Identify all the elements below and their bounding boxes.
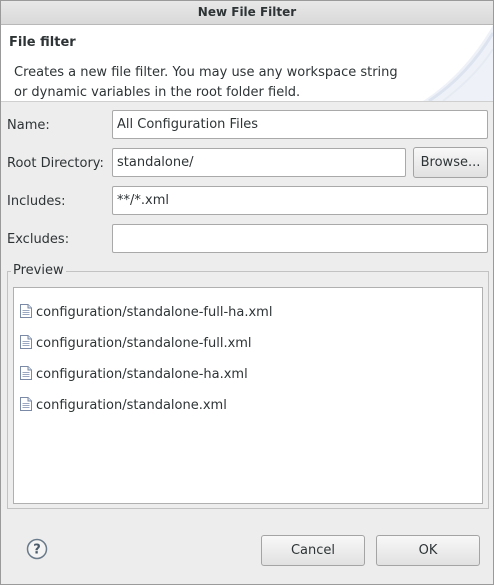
list-item[interactable]: configuration/standalone.xml — [20, 396, 227, 416]
list-item-label: configuration/standalone-full-ha.xml — [36, 305, 273, 320]
xml-file-icon — [20, 334, 32, 349]
banner-description: Creates a new file filter. You may use a… — [14, 65, 398, 100]
svg-text:?: ? — [33, 543, 41, 558]
ok-button[interactable]: OK — [376, 535, 480, 566]
name-label: Name: — [7, 118, 50, 133]
dialog-title: New File Filter — [1, 1, 493, 25]
name-field[interactable]: All Configuration Files — [112, 110, 488, 139]
cancel-button[interactable]: Cancel — [261, 535, 365, 566]
list-item-label: configuration/standalone-ha.xml — [36, 367, 248, 382]
list-item-label: configuration/standalone.xml — [36, 398, 227, 413]
browse-button[interactable]: Browse... — [413, 147, 488, 178]
excludes-label: Excludes: — [7, 232, 70, 247]
preview-group: Preview configuration/standalone-full-ha… — [7, 263, 489, 509]
dialog-banner: File filter Creates a new file filter. Y… — [1, 25, 493, 102]
list-item[interactable]: configuration/standalone-full.xml — [20, 334, 252, 354]
list-item[interactable]: configuration/standalone-ha.xml — [20, 365, 248, 385]
root-directory-label: Root Directory: — [7, 156, 104, 171]
banner-swoosh-graphic — [423, 25, 493, 101]
includes-field[interactable]: **/*.xml — [112, 186, 488, 215]
includes-label: Includes: — [7, 194, 66, 209]
list-item-label: configuration/standalone-full.xml — [36, 336, 252, 351]
root-directory-field[interactable]: standalone/ — [112, 148, 406, 177]
excludes-field[interactable] — [112, 224, 488, 253]
list-item[interactable]: configuration/standalone-full-ha.xml — [20, 303, 272, 323]
new-file-filter-dialog: New File Filter File filter Creates a ne… — [0, 0, 494, 585]
preview-list[interactable]: configuration/standalone-full-ha.xml con… — [13, 287, 483, 504]
xml-file-icon — [20, 303, 32, 318]
banner-title: File filter — [9, 35, 76, 50]
help-icon[interactable]: ? — [26, 538, 48, 560]
xml-file-icon — [20, 396, 32, 411]
preview-label: Preview — [11, 263, 66, 278]
xml-file-icon — [20, 365, 32, 380]
